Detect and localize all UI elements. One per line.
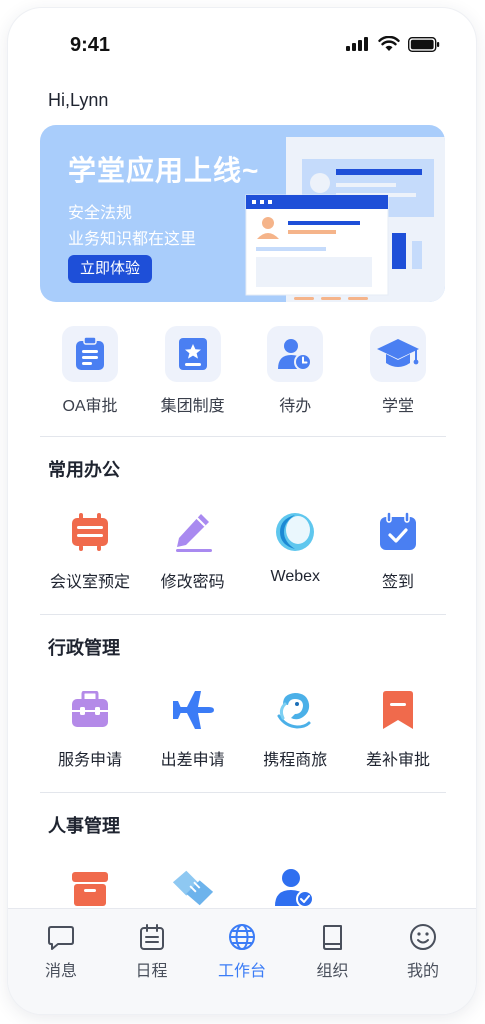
wifi-icon xyxy=(378,36,400,51)
quick-label: 集团制度 xyxy=(160,398,225,415)
status-icons xyxy=(346,36,440,52)
bookmark-icon xyxy=(376,688,420,732)
grid-label: Webex xyxy=(270,568,321,585)
quick-access-row: OA审批 集团制度 待办 学堂 xyxy=(40,326,448,416)
webex-icon xyxy=(273,510,317,554)
tabs: 消息 日程 工作台 组织 我的 xyxy=(16,923,468,981)
tab-organization[interactable]: 组织 xyxy=(288,923,378,981)
grid-item-webex[interactable]: Webex xyxy=(245,510,345,592)
grid-label: 差补审批 xyxy=(365,752,430,769)
user-verified-icon xyxy=(273,866,317,910)
hr-grid xyxy=(40,866,448,910)
quick-item-rules[interactable]: 集团制度 xyxy=(143,326,243,416)
archive-box-icon xyxy=(68,866,112,910)
tab-schedule[interactable]: 日程 xyxy=(107,923,197,981)
tab-label: 消息 xyxy=(44,963,77,980)
bottom-tab-bar: 消息 日程 工作台 组织 我的 xyxy=(8,908,476,1014)
airplane-icon xyxy=(171,688,215,732)
user-clock-icon xyxy=(267,326,324,382)
handshake-icon xyxy=(171,866,215,910)
grid-label: 携程商旅 xyxy=(263,752,328,769)
status-time: 9:41 xyxy=(70,34,111,56)
quick-label: 学堂 xyxy=(381,398,414,415)
briefcase-icon xyxy=(68,688,112,732)
star-book-icon xyxy=(164,326,221,382)
grid-item-service-request[interactable]: 服务申请 xyxy=(40,688,140,770)
calendar-icon xyxy=(139,924,164,950)
phone-frame: 9:41 Hi,Lynn 学堂应用上线~ 安全法规 业务知识都在这里 立即体验 … xyxy=(8,8,476,1014)
calendar-check-icon xyxy=(376,510,420,554)
divider xyxy=(40,792,446,793)
grid-item-ctrip[interactable]: 携程商旅 xyxy=(245,688,345,770)
grid-label: 出差申请 xyxy=(160,752,225,769)
book-icon xyxy=(322,925,342,950)
grid-item-checkin[interactable]: 签到 xyxy=(348,510,448,592)
grid-item-meeting-room[interactable]: 会议室预定 xyxy=(40,510,140,592)
tab-label: 组织 xyxy=(316,963,349,980)
tab-label: 日程 xyxy=(135,963,168,980)
promo-banner[interactable]: 学堂应用上线~ 安全法规 业务知识都在这里 立即体验 xyxy=(40,125,445,302)
grid-item-change-password[interactable]: 修改密码 xyxy=(143,510,243,592)
graduation-cap-icon xyxy=(369,326,426,382)
section-title-hr: 人事管理 xyxy=(48,816,120,836)
divider xyxy=(40,614,446,615)
smiley-icon xyxy=(410,924,436,950)
grid-item-allowance-approval[interactable]: 差补审批 xyxy=(348,688,448,770)
signal-icon xyxy=(346,37,368,51)
quick-item-oa[interactable]: OA审批 xyxy=(40,326,140,416)
clipboard-icon xyxy=(62,326,118,382)
divider xyxy=(40,436,446,437)
grid-label: 服务申请 xyxy=(57,752,122,769)
section-title-office: 常用办公 xyxy=(48,460,120,480)
banner-dots xyxy=(294,297,368,300)
grid-item-hr-verified[interactable] xyxy=(245,866,345,910)
tab-me[interactable]: 我的 xyxy=(378,923,468,981)
tab-workbench[interactable]: 工作台 xyxy=(197,923,287,981)
grid-label: 签到 xyxy=(381,574,414,591)
grid-label: 修改密码 xyxy=(160,574,225,591)
meeting-room-icon xyxy=(68,510,112,554)
banner-subtitle-2: 业务知识都在这里 xyxy=(68,231,197,248)
grid-label: 会议室预定 xyxy=(49,574,130,591)
status-bar: 9:41 xyxy=(8,8,476,78)
quick-item-todo[interactable]: 待办 xyxy=(245,326,345,416)
quick-item-academy[interactable]: 学堂 xyxy=(348,326,448,416)
banner-illustration xyxy=(245,137,445,302)
office-grid: 会议室预定 修改密码 Webex 签到 xyxy=(40,510,448,592)
grid-item-empty xyxy=(348,866,448,910)
banner-subtitle-1: 安全法规 xyxy=(68,205,133,222)
pencil-icon xyxy=(171,510,215,554)
grid-item-hr-archive[interactable] xyxy=(40,866,140,910)
grid-item-business-trip[interactable]: 出差申请 xyxy=(143,688,243,770)
battery-icon xyxy=(408,36,440,52)
message-icon xyxy=(48,926,74,950)
tab-label: 我的 xyxy=(406,963,439,980)
admin-grid: 服务申请 出差申请 携程商旅 差补审批 xyxy=(40,688,448,770)
try-now-button[interactable]: 立即体验 xyxy=(68,255,153,283)
dolphin-icon xyxy=(273,688,317,732)
grid-item-hr-handshake[interactable] xyxy=(143,866,243,910)
section-title-admin: 行政管理 xyxy=(48,638,120,658)
tab-label: 工作台 xyxy=(217,963,266,980)
globe-icon xyxy=(229,924,255,950)
tab-messages[interactable]: 消息 xyxy=(16,923,106,981)
quick-label: OA审批 xyxy=(62,398,118,415)
greeting-text: Hi,Lynn xyxy=(48,90,109,110)
quick-label: 待办 xyxy=(279,398,312,415)
